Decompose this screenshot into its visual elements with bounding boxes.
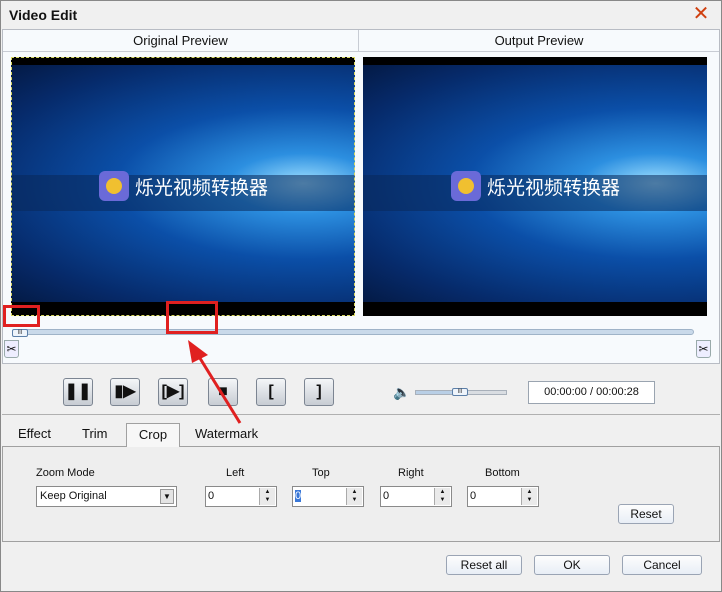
original-preview-label: Original Preview	[3, 30, 359, 52]
top-stepper[interactable]: 0 ▲ ▼	[292, 486, 364, 507]
annotation-box-left	[3, 305, 40, 327]
left-label: Left	[226, 467, 245, 479]
original-video[interactable]: 烁光视频转换器	[11, 57, 355, 316]
timeline-thumb[interactable]: III	[12, 329, 28, 337]
dialog-title: Video Edit	[9, 7, 78, 23]
right-stepper[interactable]: 0 ▲ ▼	[380, 486, 452, 507]
crop-reset-button[interactable]: Reset	[618, 504, 674, 524]
app-logo-icon	[451, 171, 481, 201]
ok-button[interactable]: OK	[534, 555, 610, 575]
crop-frame[interactable]	[11, 57, 355, 316]
output-video: 烁光视频转换器	[363, 57, 707, 316]
trim-start-scissors-icon[interactable]: ✂	[4, 340, 19, 358]
output-preview-label: Output Preview	[359, 30, 719, 52]
right-label: Right	[398, 467, 424, 479]
timeline-slider[interactable]	[12, 329, 694, 335]
trim-end-scissors-icon[interactable]: ✂	[696, 340, 711, 358]
set-start-button[interactable]: [	[256, 378, 286, 406]
spin-arrows-icon: ▲ ▼	[434, 488, 450, 505]
next-frame-button[interactable]: ▮▶	[110, 378, 140, 406]
bottom-stepper[interactable]: 0 ▲ ▼	[467, 486, 539, 507]
left-stepper[interactable]: 0 ▲ ▼	[205, 486, 277, 507]
time-display: 00:00:00 / 00:00:28	[528, 381, 655, 404]
bottom-label: Bottom	[485, 467, 520, 479]
annotation-box-center	[166, 301, 218, 334]
video-logo: 烁光视频转换器	[451, 171, 620, 201]
tab-trim[interactable]: Trim	[72, 423, 118, 446]
tab-crop[interactable]: Crop	[126, 423, 180, 447]
spin-arrows-icon: ▲ ▼	[259, 488, 275, 505]
volume-icon[interactable]: 🔈	[393, 384, 410, 401]
spin-arrows-icon: ▲ ▼	[346, 488, 362, 505]
reset-all-button[interactable]: Reset all	[446, 555, 522, 575]
annotation-arrow	[188, 340, 242, 424]
volume-thumb[interactable]: III	[452, 388, 468, 396]
pause-button[interactable]: ❚❚	[63, 378, 93, 406]
set-end-button[interactable]: ]	[304, 378, 334, 406]
chevron-down-icon[interactable]: ▼	[160, 489, 174, 504]
top-label: Top	[312, 467, 330, 479]
tab-effect[interactable]: Effect	[8, 423, 61, 446]
spin-arrows-icon: ▲ ▼	[521, 488, 537, 505]
cancel-button[interactable]: Cancel	[622, 555, 702, 575]
zoom-mode-label: Zoom Mode	[36, 467, 95, 479]
zoom-mode-select[interactable]: Keep Original ▼	[36, 486, 177, 507]
close-icon[interactable]: ✕	[690, 4, 712, 24]
